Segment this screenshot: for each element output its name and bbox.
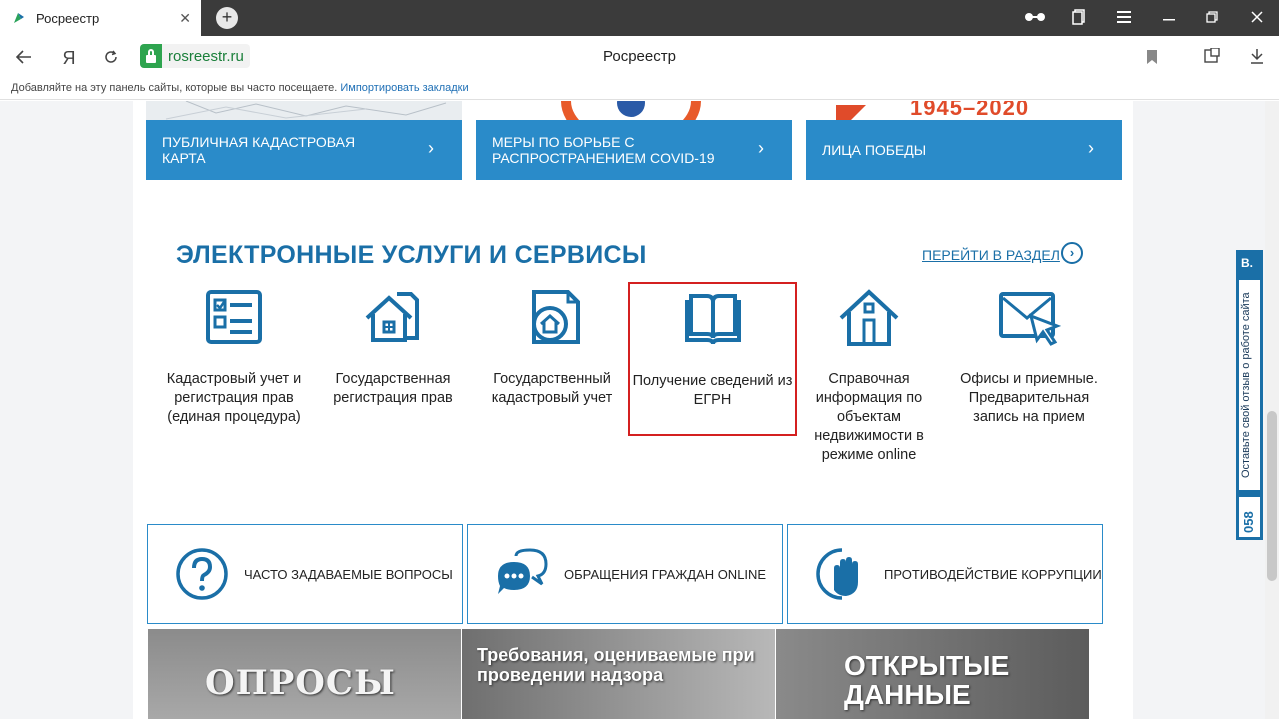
service-offices[interactable]: Офисы и приемные. Предварительная запись…	[949, 286, 1109, 427]
victory-year: 1945–2020	[910, 101, 1030, 120]
promo-cadastral-map[interactable]: ПУБЛИЧНАЯ КАДАСТРОВАЯ КАРТА ›	[146, 120, 462, 180]
banner-open-data-text: ОТКРЫТЫЕ ДАННЫЕ	[844, 650, 1010, 710]
scrollbar-thumb[interactable]	[1267, 411, 1277, 581]
bookmark-icon[interactable]	[1141, 47, 1163, 69]
feature-label: ПРОТИВОДЕЙСТВИЕ КОРРУПЦИИ	[884, 566, 1102, 582]
feature-appeals[interactable]: ОБРАЩЕНИЯ ГРАЖДАН ONLINE	[467, 524, 783, 624]
page-content: 1945–2020 ПУБЛИЧНАЯ КАДАСТРОВАЯ КАРТА › …	[133, 101, 1133, 719]
promo-label: МЕРЫ ПО БОРЬБЕ С РАСПРОСТРАНЕНИЕМ COVID-…	[492, 134, 715, 166]
address-bar: Я rosreestr.ru Росреестр	[0, 36, 1279, 78]
import-bookmarks-link[interactable]: Импортировать закладки	[340, 82, 468, 94]
service-label: Офисы и приемные. Предварительная запись…	[960, 371, 1098, 425]
covid-image	[476, 101, 792, 120]
chevron-circle-right-icon[interactable]: ›	[1061, 242, 1083, 264]
banner-supervision[interactable]: Требования, оцениваемые при проведении н…	[462, 629, 775, 719]
feedback-text: Оставьте свой отзыв о работе сайта	[1240, 292, 1252, 478]
browser-tab[interactable]: Росреестр ✕	[0, 0, 201, 36]
feedback-counter: 058	[1239, 497, 1260, 537]
house-icon	[837, 286, 901, 350]
feedback-top-label: В.	[1241, 256, 1253, 270]
tab-bar: Росреестр ✕ +	[0, 0, 1279, 36]
house-document-icon	[520, 286, 584, 350]
chevron-right-icon: ›	[1088, 138, 1094, 158]
service-state-registration[interactable]: Государственная регистрация прав	[313, 286, 473, 408]
service-cadastral-accounting[interactable]: Государственный кадастровый учет	[472, 286, 632, 408]
page-scrollbar[interactable]	[1265, 101, 1279, 719]
reader-glasses-icon[interactable]	[1024, 9, 1045, 27]
promo-label: ЛИЦА ПОБЕДЫ	[822, 142, 927, 158]
download-icon[interactable]	[1246, 47, 1268, 69]
restore-icon[interactable]	[1203, 9, 1221, 27]
stop-hand-icon	[814, 546, 870, 602]
form-checklist-icon	[202, 286, 266, 350]
open-book-icon	[681, 288, 745, 352]
chevron-right-icon: ›	[758, 138, 764, 158]
victory-image: 1945–2020	[806, 101, 1122, 120]
feedback-panel: Оставьте свой отзыв о работе сайта	[1239, 280, 1260, 490]
menu-icon[interactable]	[1115, 9, 1133, 27]
service-egrn-info[interactable]: Получение сведений из ЕГРН	[628, 282, 797, 436]
page-viewport: 1945–2020 ПУБЛИЧНАЯ КАДАСТРОВАЯ КАРТА › …	[0, 101, 1279, 719]
close-window-icon[interactable]	[1248, 9, 1266, 27]
collections-icon[interactable]	[1070, 9, 1088, 27]
extensions-icon[interactable]	[1201, 47, 1223, 69]
service-label: Получение сведений из ЕГРН	[632, 373, 793, 408]
feature-anticorruption[interactable]: ПРОТИВОДЕЙСТВИЕ КОРРУПЦИИ	[787, 524, 1103, 624]
house-documents-icon	[361, 286, 425, 350]
rosreestr-favicon-icon	[12, 11, 26, 25]
minimize-icon[interactable]	[1160, 9, 1178, 27]
service-cadastral-registration[interactable]: Кадастровый учет и регистрация прав (еди…	[154, 286, 314, 427]
cadastral-map-image	[146, 101, 462, 120]
banner-polls[interactable]: ОПРОСЫ	[148, 629, 461, 719]
bookmarks-bar: Добавляйте на эту панель сайты, которые …	[0, 78, 1279, 100]
feature-label: ЧАСТО ЗАДАВАЕМЫЕ ВОПРОСЫ	[244, 566, 453, 582]
chevron-right-icon: ›	[428, 138, 434, 158]
go-to-section-link[interactable]: ПЕРЕЙТИ В РАЗДЕЛ	[922, 247, 1060, 263]
tab-close-icon[interactable]: ✕	[179, 10, 191, 26]
envelope-cursor-icon	[997, 286, 1062, 350]
promo-covid[interactable]: МЕРЫ ПО БОРЬБЕ С РАСПРОСТРАНЕНИЕМ COVID-…	[476, 120, 792, 180]
feedback-number: 058	[1241, 511, 1256, 533]
service-label: Кадастровый учет и регистрация прав (еди…	[166, 371, 302, 425]
feedback-widget[interactable]: В. Оставьте свой отзыв о работе сайта 05…	[1236, 250, 1263, 540]
promo-label: ПУБЛИЧНАЯ КАДАСТРОВАЯ КАРТА	[162, 134, 356, 166]
new-tab-button[interactable]: +	[216, 7, 238, 29]
bookmarks-hint: Добавляйте на эту панель сайты, которые …	[11, 82, 338, 94]
promo-victory[interactable]: ЛИЦА ПОБЕДЫ ›	[806, 120, 1122, 180]
page-title: Росреестр	[603, 48, 676, 65]
chat-bubbles-icon	[494, 546, 550, 602]
tab-title: Росреестр	[36, 10, 100, 26]
section-title: ЭЛЕКТРОННЫЕ УСЛУГИ И СЕРВИСЫ	[176, 241, 647, 269]
feature-label: ОБРАЩЕНИЯ ГРАЖДАН ONLINE	[564, 566, 767, 582]
service-reference-info[interactable]: Справочная информация по объектам недвиж…	[789, 286, 949, 465]
feature-faq[interactable]: ЧАСТО ЗАДАВАЕМЫЕ ВОПРОСЫ	[147, 524, 463, 624]
banner-polls-text: ОПРОСЫ	[205, 663, 396, 703]
service-label: Государственная регистрация прав	[333, 371, 453, 406]
banner-open-data[interactable]: ОТКРЫТЫЕ ДАННЫЕ	[776, 629, 1089, 719]
service-label: Справочная информация по объектам недвиж…	[814, 371, 924, 463]
question-circle-icon	[174, 546, 230, 602]
service-label: Государственный кадастровый учет	[491, 371, 613, 406]
banner-supervision-text: Требования, оцениваемые при проведении н…	[477, 645, 755, 685]
